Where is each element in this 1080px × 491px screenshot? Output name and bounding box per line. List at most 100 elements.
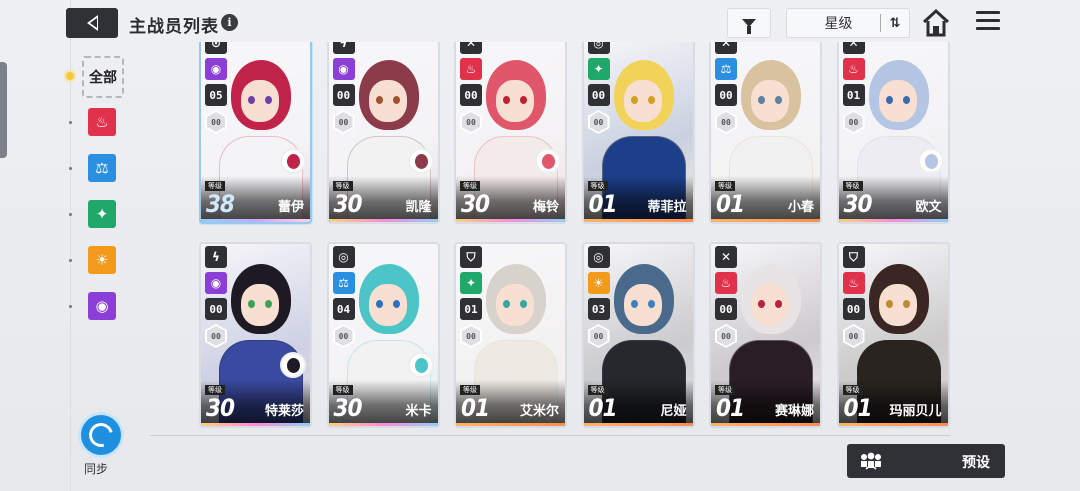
menu-icon[interactable]	[976, 11, 1000, 35]
sort-order-icon[interactable]: ⇅	[881, 16, 909, 31]
sync-icon	[84, 418, 118, 452]
character-grid: ⊙ ◉ 05 00 等级 38 蕾伊 ϟ ◉ 00 00 等级 30 凯隆 ✕ …	[199, 42, 951, 434]
partner-avatar	[535, 148, 561, 174]
sidebar-bullet	[69, 305, 72, 308]
potential-hex-badge: 00	[587, 110, 610, 134]
back-button[interactable]	[66, 8, 118, 38]
potential-value: 00	[721, 117, 731, 127]
character-name: 梅铃	[532, 200, 559, 215]
preset-button[interactable]: 预设	[847, 444, 1005, 478]
void-element-icon: ◉	[95, 297, 109, 315]
potential-hex-badge: 00	[460, 110, 482, 134]
character-card[interactable]: ⊙ ◉ 05 00 等级 38 蕾伊	[199, 42, 312, 224]
character-card[interactable]: ✕ ⚖ 00 00 等级 01 小春	[709, 42, 822, 224]
sidebar-bullet	[69, 121, 72, 124]
wind-element-icon: ✦	[95, 205, 109, 223]
character-name: 凯隆	[405, 200, 432, 215]
home-icon[interactable]	[921, 8, 951, 38]
filter-icon	[742, 19, 756, 34]
balance-element-icon: ⚖	[332, 272, 355, 294]
potential-hex-badge: 00	[332, 324, 355, 348]
filter-tab-balance[interactable]: ⚖	[88, 154, 116, 182]
character-card[interactable]: ✕ ♨ 00 00 等级 30 梅铃	[454, 42, 567, 224]
rank-badge: 03	[587, 298, 610, 320]
potential-hex-badge: 00	[842, 110, 865, 134]
badge-column: ✕ ♨ 00 00	[715, 246, 737, 348]
character-card[interactable]: ✕ ♨ 00 00 等级 01 赛琳娜	[709, 242, 822, 428]
character-name: 艾米尔	[519, 404, 559, 419]
level-value: 01	[588, 394, 618, 422]
fire-element-icon: ♨	[842, 272, 865, 294]
partner-avatar	[280, 148, 306, 174]
shield-class-icon: ⛉	[842, 246, 865, 268]
preset-team-icon	[861, 452, 881, 470]
badge-column: ◎ ☀ 03 00	[587, 246, 610, 348]
potential-value: 00	[721, 331, 731, 341]
potential-value: 00	[848, 117, 859, 127]
balance-element-icon: ⚖	[95, 159, 109, 177]
info-icon[interactable]: i	[221, 14, 238, 31]
void-element-icon: ◉	[332, 58, 355, 80]
filter-tab-wind[interactable]: ✦	[88, 200, 116, 228]
filter-tab-fire[interactable]: ♨	[88, 108, 116, 136]
fire-element-icon: ♨	[460, 58, 482, 80]
level-value: 01	[716, 190, 745, 218]
level-value: 30	[333, 394, 363, 422]
potential-value: 00	[338, 331, 349, 341]
sync-button[interactable]	[78, 412, 124, 458]
rank-badge: 00	[587, 84, 610, 106]
partner-avatar	[407, 352, 434, 378]
character-card[interactable]: ◎ ☀ 03 00 等级 01 尼娅	[581, 242, 695, 428]
crossed-class-icon: ✕	[460, 42, 482, 54]
character-card[interactable]: ✕ ♨ 01 00 等级 30 欧文	[836, 42, 950, 224]
level-value: 38	[206, 190, 235, 218]
character-card[interactable]: ⛉ ✦ 01 00 等级 01 艾米尔	[454, 242, 567, 428]
target-class-icon: ◎	[587, 246, 610, 268]
character-name: 尼娅	[660, 404, 687, 419]
shield-class-icon: ⛉	[460, 246, 482, 268]
crossed-class-icon: ✕	[842, 42, 865, 54]
potential-hex-badge: 00	[205, 110, 227, 134]
sync-label: 同步	[84, 462, 109, 476]
character-card[interactable]: ϟ ◉ 00 00 等级 30 特莱莎	[199, 242, 312, 428]
badge-column: ⛉ ♨ 00 00	[842, 246, 865, 348]
rarity-bar	[201, 423, 310, 426]
crossed-class-icon: ✕	[715, 42, 737, 54]
sort-dropdown[interactable]: 星级 ⇅	[786, 8, 910, 38]
preset-label: 预设	[962, 455, 990, 471]
badge-column: ϟ ◉ 00 00	[205, 246, 227, 348]
sort-label: 星级	[824, 16, 853, 32]
character-name: 米卡	[405, 404, 432, 419]
potential-hex-badge: 00	[460, 324, 482, 348]
badge-column: ϟ ◉ 00 00	[332, 42, 355, 134]
character-card[interactable]: ϟ ◉ 00 00 等级 30 凯隆	[326, 42, 440, 224]
fire-element-icon: ♨	[95, 113, 109, 131]
character-name: 赛琳娜	[774, 404, 814, 419]
potential-hex-badge: 00	[842, 324, 865, 348]
character-name: 玛丽贝儿	[889, 404, 942, 419]
level-value: 01	[843, 394, 873, 422]
wind-element-icon: ✦	[587, 58, 610, 80]
light-element-icon: ☀	[95, 251, 109, 269]
rarity-bar	[201, 219, 310, 222]
sword-class-icon: ⊙	[205, 42, 227, 54]
character-card[interactable]: ◎ ✦ 00 00 等级 01 蒂菲拉	[581, 42, 695, 224]
rarity-bar	[838, 219, 948, 222]
page-title: 主战员列表	[129, 17, 219, 37]
potential-hex-badge: 00	[332, 110, 355, 134]
edge-handle[interactable]	[0, 62, 7, 158]
potential-value: 00	[211, 331, 221, 341]
filter-tab-light[interactable]: ☀	[88, 246, 116, 274]
rarity-bar	[711, 219, 820, 222]
level-value: 30	[843, 190, 873, 218]
filter-button[interactable]	[727, 8, 771, 38]
rank-badge: 01	[460, 298, 482, 320]
filter-tab-all[interactable]: 全部	[82, 56, 124, 98]
rarity-bar	[711, 423, 820, 426]
rank-badge: 00	[205, 298, 227, 320]
character-card[interactable]: ◎ ⚖ 04 00 等级 30 米卡	[326, 242, 440, 428]
rarity-bar	[456, 423, 565, 426]
badge-column: ◎ ⚖ 04 00	[332, 246, 355, 348]
filter-tab-void[interactable]: ◉	[88, 292, 116, 320]
character-card[interactable]: ⛉ ♨ 00 00 等级 01 玛丽贝儿	[836, 242, 950, 428]
